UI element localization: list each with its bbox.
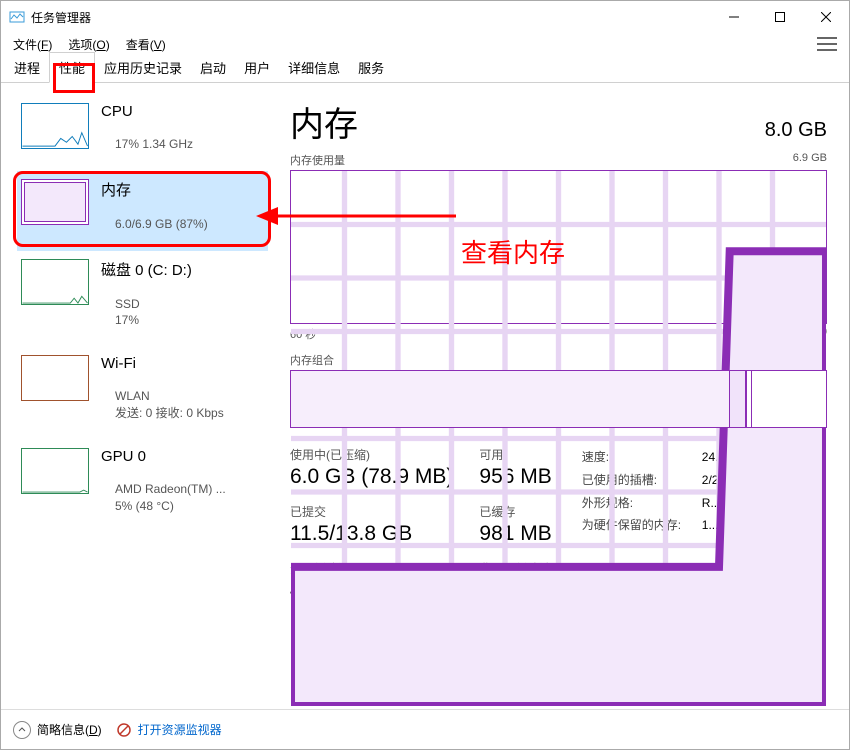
app-icon bbox=[9, 9, 25, 25]
sidebar-item-label: CPU bbox=[101, 103, 215, 120]
wifi-thumbnail bbox=[21, 355, 89, 401]
disk-thumbnail bbox=[21, 259, 89, 305]
window-title: 任务管理器 bbox=[31, 9, 91, 26]
maximize-button[interactable] bbox=[757, 1, 803, 33]
chart-usage-label: 内存使用量 bbox=[290, 152, 345, 168]
sidebar-item-disk[interactable]: 磁盘 0 (C: D:) SSD 17% bbox=[17, 251, 268, 348]
tab-app-history[interactable]: 应用历史记录 bbox=[95, 53, 191, 82]
brief-info-link[interactable]: 简略信息(D) bbox=[37, 721, 102, 738]
page-title: 内存 bbox=[290, 97, 358, 146]
resmon-icon bbox=[116, 722, 132, 738]
chart-usage-max: 6.9 GB bbox=[793, 152, 827, 168]
sidebar-item-label: Wi-Fi bbox=[101, 355, 246, 372]
sidebar-item-gpu[interactable]: GPU 0 AMD Radeon(TM) ... 5% (48 °C) bbox=[17, 440, 268, 533]
sidebar-item-wifi[interactable]: Wi-Fi WLAN 发送: 0 接收: 0 Kbps bbox=[17, 347, 268, 440]
menu-view[interactable]: 查看(V) bbox=[126, 36, 166, 53]
memory-usage-chart[interactable] bbox=[290, 170, 827, 324]
tab-bar: 进程 性能 应用历史记录 启动 用户 详细信息 服务 bbox=[1, 55, 849, 83]
hamburger-icon[interactable] bbox=[817, 37, 837, 51]
tab-performance[interactable]: 性能 bbox=[49, 52, 95, 83]
titlebar: 任务管理器 bbox=[1, 1, 849, 33]
menubar: 文件(F) 选项(O) 查看(V) bbox=[1, 33, 849, 55]
tab-startup[interactable]: 启动 bbox=[191, 53, 235, 82]
open-resmon-link[interactable]: 打开资源监视器 bbox=[138, 721, 222, 738]
detail-pane: 内存 8.0 GB 内存使用量 6.9 GB 60 秒 0 bbox=[276, 83, 849, 709]
sidebar-item-label: 内存 bbox=[101, 179, 230, 200]
footer: 简略信息(D) 打开资源监视器 bbox=[1, 709, 849, 749]
gpu-thumbnail bbox=[21, 448, 89, 494]
sidebar-item-label: GPU 0 bbox=[101, 448, 248, 465]
cpu-thumbnail bbox=[21, 103, 89, 149]
memory-capacity: 8.0 GB bbox=[765, 119, 827, 142]
menu-file[interactable]: 文件(F) bbox=[13, 36, 52, 53]
memory-composition-chart[interactable] bbox=[290, 370, 827, 428]
sidebar-item-cpu[interactable]: CPU 17% 1.34 GHz bbox=[17, 95, 268, 171]
tab-processes[interactable]: 进程 bbox=[5, 53, 49, 82]
sidebar-item-label: 磁盘 0 (C: D:) bbox=[101, 259, 192, 280]
close-button[interactable] bbox=[803, 1, 849, 33]
sidebar-item-memory[interactable]: 内存 6.0/6.9 GB (87%) bbox=[17, 171, 268, 251]
tab-users[interactable]: 用户 bbox=[235, 53, 279, 82]
menu-options[interactable]: 选项(O) bbox=[68, 36, 109, 53]
sidebar: CPU 17% 1.34 GHz 内存 6.0/6.9 GB (87%) 磁盘 … bbox=[1, 83, 276, 709]
memory-thumbnail bbox=[21, 179, 89, 225]
tab-services[interactable]: 服务 bbox=[349, 53, 393, 82]
minimize-button[interactable] bbox=[711, 1, 757, 33]
tab-details[interactable]: 详细信息 bbox=[279, 53, 349, 82]
chevron-up-icon[interactable] bbox=[13, 721, 31, 739]
